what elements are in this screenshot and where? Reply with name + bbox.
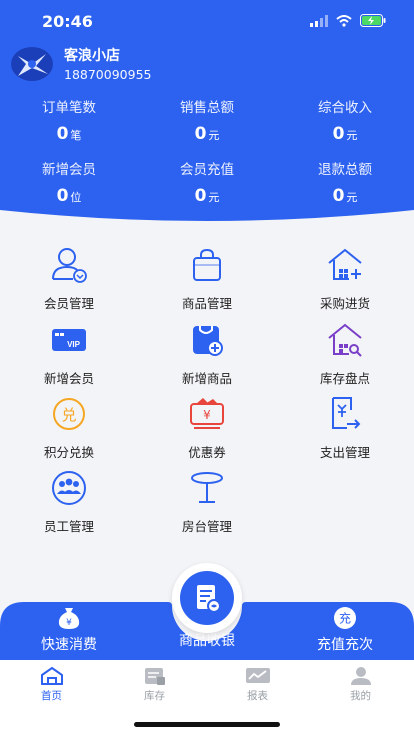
staff-icon — [52, 471, 86, 505]
recharge-label: 充值充次 — [317, 637, 373, 653]
grid-item-label: 员工管理 — [43, 519, 94, 534]
tab-reports[interactable]: 报表 — [206, 666, 309, 703]
shop-name: 客浪小店 — [64, 48, 120, 64]
grid-item-label: 商品管理 — [181, 296, 232, 311]
signal-icon — [310, 14, 328, 27]
grid-item-label: 支出管理 — [319, 445, 370, 460]
svg-text:VIP: VIP — [67, 340, 81, 349]
svg-text:兑: 兑 — [61, 406, 76, 424]
quick-consume-label: 快速消费 — [41, 637, 97, 653]
grid-item-label: 积分兑换 — [43, 445, 94, 460]
product-add-icon — [193, 326, 223, 356]
grid-item-add-member[interactable]: VIP 新增会员 — [0, 320, 138, 390]
tab-inventory[interactable]: 库存 — [103, 666, 206, 703]
tab-label: 首页 — [41, 690, 62, 702]
shop-avatar — [11, 46, 53, 81]
checkout-label: 商品收银 — [179, 633, 235, 649]
stat-new-members[interactable]: 新增会员 0位 — [0, 158, 138, 206]
stat-label: 会员充值 — [180, 162, 234, 178]
grid-item-table[interactable]: 房台管理 — [138, 468, 276, 538]
tab-home[interactable]: 首页 — [0, 666, 103, 703]
inventory-icon — [144, 668, 165, 685]
cashier-icon — [197, 585, 221, 613]
stat-refund-total[interactable]: 退款总额 0元 — [276, 158, 414, 206]
grid-item-label: 房台管理 — [181, 519, 232, 534]
grid-item-coupon[interactable]: ¥ 优惠券 — [138, 394, 276, 464]
warehouse-plus-icon — [328, 248, 362, 280]
stat-order-count[interactable]: 订单笔数 0笔 — [0, 96, 138, 144]
stat-unit: 元 — [346, 129, 358, 142]
stat-value: 0 — [332, 124, 345, 144]
stat-label: 订单笔数 — [42, 100, 96, 116]
grid-item-expense[interactable]: 支出管理 — [276, 394, 414, 464]
stat-label: 新增会员 — [42, 162, 96, 178]
tab-label: 库存 — [144, 690, 165, 702]
user-icon — [350, 667, 371, 685]
tab-label: 报表 — [247, 690, 268, 702]
svg-text:¥: ¥ — [203, 408, 211, 422]
member-icon — [52, 248, 87, 283]
stat-value: 0 — [56, 124, 69, 144]
battery-charging-icon — [360, 14, 386, 27]
tab-mine[interactable]: 我的 — [309, 666, 412, 703]
table-icon — [191, 472, 223, 503]
status-bar: 20:46 — [0, 12, 414, 34]
stat-value: 0 — [56, 186, 69, 206]
stat-label: 综合收入 — [318, 100, 372, 116]
grid-item-label: 新增会员 — [43, 371, 94, 386]
grid-item-purchase[interactable]: 采购进货 — [276, 245, 414, 315]
grid-item-label: 会员管理 — [43, 296, 94, 311]
stat-label: 销售总额 — [180, 100, 234, 116]
grid-item-label: 优惠券 — [188, 445, 226, 460]
stat-unit: 元 — [208, 129, 220, 142]
stat-value: 0 — [332, 186, 345, 206]
points-exchange-icon: 兑 — [53, 398, 85, 430]
warehouse-check-icon — [328, 323, 362, 357]
grid-item-points-exchange[interactable]: 兑 积分兑换 — [0, 394, 138, 464]
grid-item-label: 库存盘点 — [319, 371, 370, 386]
shop-info[interactable]: 客浪小店 18870090955 — [10, 45, 151, 82]
vip-card-icon: VIP — [52, 329, 86, 351]
stat-value: 0 — [194, 124, 207, 144]
stat-member-recharge[interactable]: 会员充值 0元 — [138, 158, 276, 206]
money-bag-icon: ¥ — [58, 608, 80, 629]
tab-label: 我的 — [350, 690, 371, 702]
grid-item-member-management[interactable]: 会员管理 — [0, 245, 138, 315]
chart-icon — [245, 668, 270, 683]
wifi-icon — [336, 14, 352, 27]
grid-item-product-management[interactable]: 商品管理 — [138, 245, 276, 315]
recharge-badge: 充 — [339, 611, 351, 626]
home-indicator — [134, 722, 280, 727]
home-icon — [40, 666, 63, 685]
checkout-button[interactable] — [172, 563, 242, 633]
stat-unit: 位 — [70, 191, 82, 204]
stat-unit: 元 — [208, 191, 220, 204]
grid-item-label: 新增商品 — [181, 371, 232, 386]
shop-phone: 18870090955 — [64, 67, 152, 82]
dashboard-header: 20:46 客浪小店 18870090955 订单笔数 0 笔 销售总额 0 元… — [0, 0, 414, 240]
grid-item-label: 采购进货 — [319, 296, 370, 311]
grid-item-inventory-check[interactable]: 库存盘点 — [276, 320, 414, 390]
stat-sales-total[interactable]: 销售总额 0元 — [138, 96, 276, 144]
grid-item-staff[interactable]: 员工管理 — [0, 468, 138, 538]
coupon-icon: ¥ — [190, 398, 224, 429]
bag-icon — [193, 248, 221, 281]
grid-item-add-product[interactable]: 新增商品 — [138, 320, 276, 390]
stat-unit: 笔 — [70, 129, 82, 142]
stat-label: 退款总额 — [318, 162, 372, 178]
recharge-icon: 充 — [334, 607, 356, 629]
status-time: 20:46 — [42, 12, 93, 31]
stat-total-income[interactable]: 综合收入 0元 — [276, 96, 414, 144]
stat-value: 0 — [194, 186, 207, 206]
stat-unit: 元 — [346, 191, 358, 204]
expense-icon — [332, 397, 361, 429]
quick-badge: ¥ — [66, 618, 72, 628]
